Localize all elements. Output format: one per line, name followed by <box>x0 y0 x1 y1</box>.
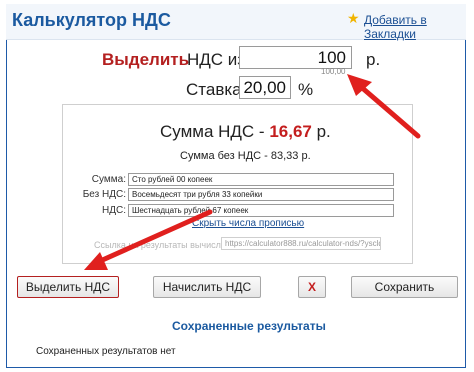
vat-sum-value: 16,67 <box>269 122 312 141</box>
vat-sum-line: Сумма НДС - 16,67 р. <box>160 122 331 142</box>
mode-label: Выделить <box>102 50 190 69</box>
saved-results-empty: Сохраненных результатов нет <box>36 346 176 357</box>
saved-results-title: Сохраненные результаты <box>172 319 326 333</box>
percent-label: % <box>298 80 314 99</box>
hide-words-link[interactable]: Скрыть числа прописью <box>192 218 304 229</box>
amount-hint: 100,00 <box>321 67 346 76</box>
star-icon[interactable]: ★ <box>347 11 361 25</box>
rate-input[interactable] <box>239 76 291 99</box>
vat-from-label: НДС из <box>187 50 246 69</box>
sum-words-label: Сумма: <box>91 174 126 185</box>
vat-sum-suffix: р. <box>311 122 331 141</box>
clear-button[interactable]: X <box>298 276 326 298</box>
rate-label: Ставка <box>186 80 242 99</box>
result-link-field[interactable]: https://calculator888.ru/calculator-nds/… <box>221 237 381 250</box>
currency-label: р. <box>366 50 381 69</box>
app-title: Калькулятор НДС <box>12 10 171 30</box>
vat-words-field[interactable]: Шестнадцать рублей 67 копеек <box>128 204 394 217</box>
sum-words-field[interactable]: Сто рублей 00 копеек <box>128 173 394 186</box>
save-button[interactable]: Сохранить <box>351 276 458 298</box>
extract-vat-button[interactable]: Выделить НДС <box>17 276 119 298</box>
vat-sum-prefix: Сумма НДС - <box>160 122 270 141</box>
add-vat-button[interactable]: Начислить НДС <box>153 276 261 298</box>
net-words-field[interactable]: Восемьдесят три рубля 33 копейки <box>128 188 394 201</box>
net-words-label: Без НДС: <box>82 189 126 200</box>
amount-input[interactable] <box>239 46 352 69</box>
vat-words-label: НДС: <box>102 205 126 216</box>
net-sum-line: Сумма без НДС - 83,33 р. <box>180 150 311 162</box>
add-bookmark-link[interactable]: Добавить в Закладки <box>364 13 474 41</box>
